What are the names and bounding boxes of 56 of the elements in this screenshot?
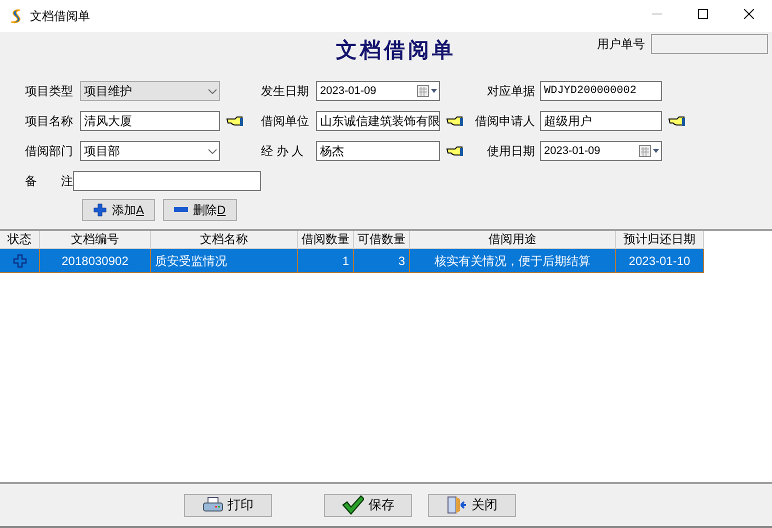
field-label: 备 注 bbox=[25, 172, 73, 190]
field-label: 发生日期 bbox=[261, 82, 310, 100]
delete-button[interactable]: 删除D bbox=[163, 199, 237, 221]
printer-icon bbox=[202, 497, 222, 513]
input-field[interactable]: 杨杰 bbox=[316, 141, 440, 161]
plus-icon bbox=[12, 254, 26, 268]
pointing-hand-icon[interactable] bbox=[446, 146, 464, 156]
dropdown-field[interactable]: 项目部 bbox=[80, 141, 220, 161]
chevron-down-icon bbox=[208, 88, 217, 94]
input-field[interactable] bbox=[73, 171, 261, 191]
field-label: 借阅申请人 bbox=[475, 112, 536, 130]
input-field[interactable] bbox=[651, 34, 768, 54]
close-button[interactable]: 关闭 bbox=[428, 494, 516, 516]
input-field[interactable]: 超级用户 bbox=[540, 111, 662, 131]
field-label: 经 办 人 bbox=[261, 142, 305, 160]
field-label: 借阅部门 bbox=[25, 142, 74, 160]
date-field[interactable]: 2023-01-09 bbox=[540, 141, 662, 161]
print-button[interactable]: 打印 bbox=[184, 494, 272, 516]
minus-icon bbox=[174, 207, 188, 213]
column-header[interactable]: 借阅用途 bbox=[410, 231, 616, 249]
maximize-icon[interactable] bbox=[698, 9, 708, 19]
column-header[interactable]: 预计归还日期 bbox=[616, 231, 704, 249]
pointing-hand-icon[interactable] bbox=[668, 116, 686, 126]
column-header[interactable]: 文档编号 bbox=[40, 231, 151, 249]
table-cell: 2023-01-10 bbox=[616, 249, 704, 273]
field-label: 对应单据 bbox=[486, 82, 536, 100]
column-header[interactable]: 可借数量 bbox=[354, 231, 410, 249]
exit-door-icon bbox=[446, 496, 466, 514]
calendar-dropdown-icon bbox=[639, 145, 659, 157]
field-label: 项目类型 bbox=[25, 82, 74, 100]
checkmark-icon bbox=[342, 495, 364, 515]
input-field[interactable]: 清风大厦 bbox=[80, 111, 220, 131]
pointing-hand-icon[interactable] bbox=[226, 116, 244, 126]
form-title: 文档借阅单 bbox=[336, 37, 456, 64]
table-cell: 核实有关情况，便于后期结算 bbox=[410, 249, 616, 273]
add-button[interactable]: 添加A bbox=[82, 199, 156, 221]
window-title: 文档借阅单 bbox=[30, 8, 91, 24]
field-label: 用户单号 bbox=[597, 36, 645, 52]
plus-icon bbox=[93, 203, 107, 217]
pointing-hand-icon[interactable] bbox=[446, 116, 464, 126]
close-icon[interactable] bbox=[744, 9, 754, 19]
table-cell: 3 bbox=[354, 249, 410, 273]
table-cell: 2018030902 bbox=[40, 249, 151, 273]
chevron-down-icon bbox=[208, 148, 217, 154]
date-field[interactable]: 2023-01-09 bbox=[316, 81, 440, 101]
input-field[interactable]: WDJYD200000002 bbox=[540, 81, 662, 101]
field-label: 使用日期 bbox=[486, 142, 536, 160]
field-label: 借阅单位 bbox=[261, 112, 310, 130]
column-header[interactable]: 状态 bbox=[0, 231, 40, 249]
table-cell: 1 bbox=[298, 249, 354, 273]
save-button[interactable]: 保存 bbox=[324, 494, 412, 516]
calendar-dropdown-icon bbox=[417, 85, 437, 97]
column-header[interactable]: 借阅数量 bbox=[298, 231, 354, 249]
field-label: 项目名称 bbox=[25, 112, 74, 130]
table-cell: 质安受监情况 bbox=[151, 249, 298, 273]
column-header[interactable]: 文档名称 bbox=[151, 231, 298, 249]
